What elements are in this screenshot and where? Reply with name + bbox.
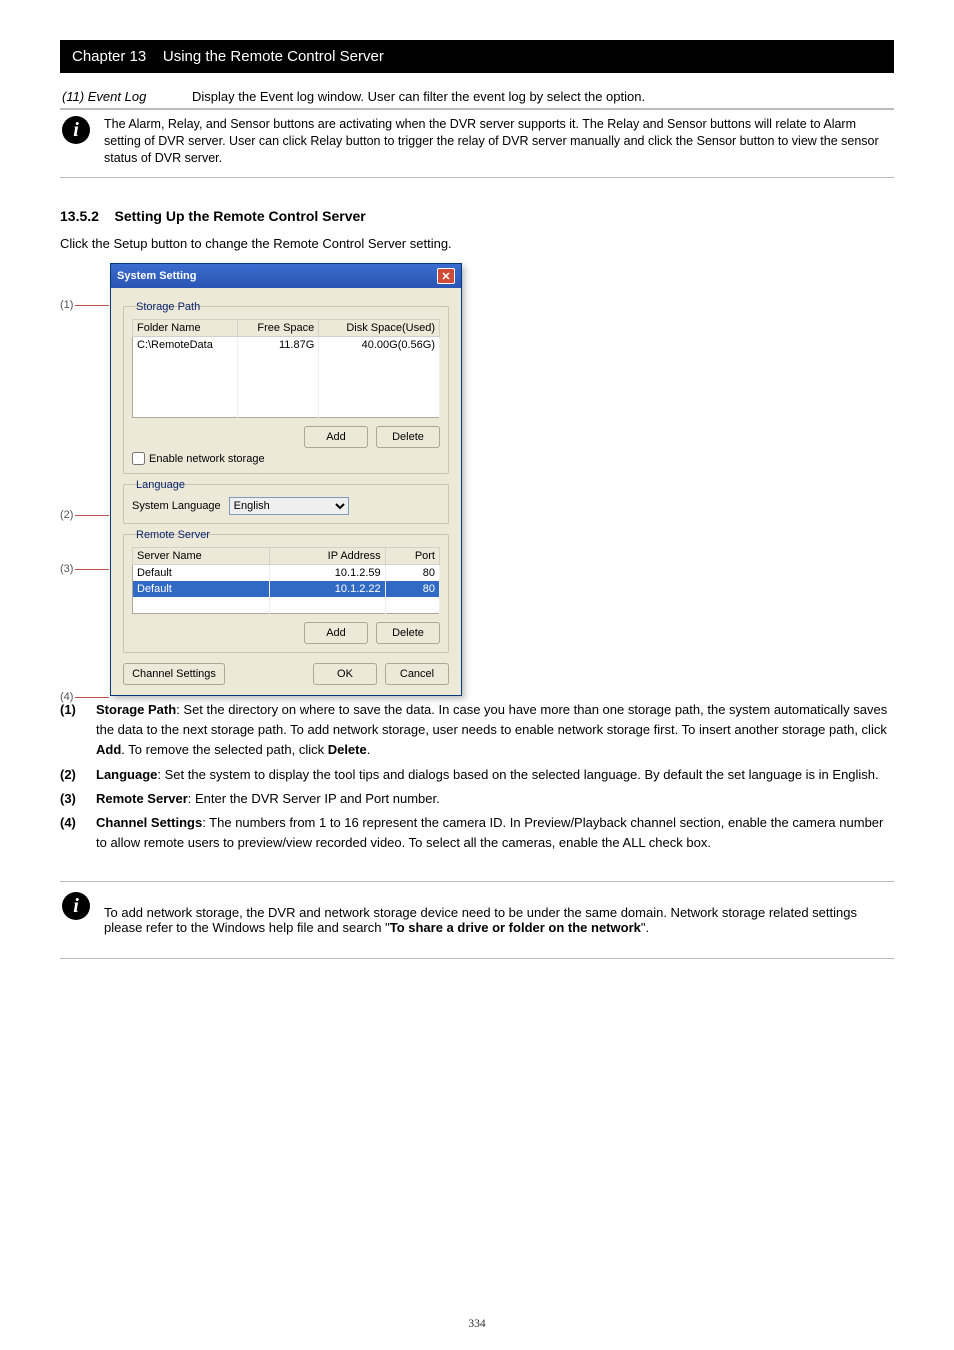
- note-block: i To add network storage, the DVR and ne…: [60, 881, 894, 959]
- section-heading: 13.5.2 Setting Up the Remote Control Ser…: [60, 208, 894, 224]
- delete-button[interactable]: Delete: [376, 622, 440, 644]
- delete-button[interactable]: Delete: [376, 426, 440, 448]
- note-text: The Alarm, Relay, and Sensor buttons are…: [104, 116, 892, 167]
- system-setting-dialog: System Setting ✕ Storage Path Folder Nam…: [110, 263, 462, 696]
- remote-server-group: Remote Server Server Name IP Address Por…: [123, 534, 449, 653]
- dialog-title-bar[interactable]: System Setting ✕: [111, 264, 461, 288]
- col-header[interactable]: IP Address: [270, 548, 385, 565]
- body-text: Click the Setup button to change the Rem…: [60, 234, 894, 254]
- language-select[interactable]: English: [229, 497, 349, 515]
- col-header[interactable]: Free Space: [237, 320, 318, 337]
- cell-name: (11) Event Log: [62, 89, 192, 104]
- group-legend: Remote Server: [136, 529, 440, 541]
- table-row[interactable]: Default 10.1.2.22 80: [133, 581, 440, 597]
- storage-group: Storage Path Folder Name Free Space Disk…: [123, 306, 449, 474]
- add-button[interactable]: Add: [304, 622, 368, 644]
- description-list: (1) Storage Path: Set the directory on w…: [60, 700, 894, 853]
- add-button[interactable]: Add: [304, 426, 368, 448]
- chapter-title: Using the Remote Control Server: [163, 48, 384, 65]
- info-icon: i: [62, 892, 90, 920]
- table-row: (11) Event Log Display the Event log win…: [60, 85, 894, 109]
- ok-button[interactable]: OK: [313, 663, 377, 685]
- enable-network-storage-checkbox[interactable]: [132, 452, 145, 465]
- dialog-title: System Setting: [117, 270, 196, 282]
- col-header[interactable]: Folder Name: [133, 320, 238, 337]
- col-header[interactable]: Server Name: [133, 548, 270, 565]
- note-text: To add network storage, the DVR and netw…: [104, 905, 892, 935]
- chapter-label: Chapter 13: [72, 48, 146, 65]
- storage-table: Folder Name Free Space Disk Space(Used) …: [132, 319, 440, 418]
- language-group: Language System Language English: [123, 484, 449, 524]
- page-number: 334: [468, 1318, 485, 1330]
- desc-item: Remote Server: Enter the DVR Server IP a…: [96, 789, 894, 809]
- desc-item: Channel Settings: The numbers from 1 to …: [96, 813, 894, 853]
- remote-server-table: Server Name IP Address Port Default 10.1…: [132, 547, 440, 614]
- screenshot-area: (1) (2) (3) (4) System Setting ✕ Storage…: [60, 263, 894, 696]
- info-icon: i: [62, 116, 90, 144]
- checkbox-label: Enable network storage: [149, 453, 265, 465]
- group-legend: Storage Path: [136, 301, 440, 313]
- cancel-button[interactable]: Cancel: [385, 663, 449, 685]
- group-legend: Language: [136, 479, 440, 491]
- close-icon[interactable]: ✕: [437, 268, 455, 284]
- col-header[interactable]: Disk Space(Used): [319, 320, 440, 337]
- table-row[interactable]: Default 10.1.2.59 80: [133, 565, 440, 582]
- cell-desc: Display the Event log window. User can f…: [192, 89, 892, 104]
- desc-item: Language: Set the system to display the …: [96, 765, 894, 785]
- channel-settings-button[interactable]: Channel Settings: [123, 663, 225, 685]
- col-header[interactable]: Port: [385, 548, 439, 565]
- note-block: i The Alarm, Relay, and Sensor buttons a…: [60, 110, 894, 178]
- table-row[interactable]: C:\RemoteData 11.87G 40.00G(0.56G): [133, 337, 440, 354]
- language-label: System Language: [132, 500, 221, 512]
- desc-item: Storage Path: Set the directory on where…: [96, 700, 894, 760]
- page-header: Chapter 13 Using the Remote Control Serv…: [60, 40, 894, 73]
